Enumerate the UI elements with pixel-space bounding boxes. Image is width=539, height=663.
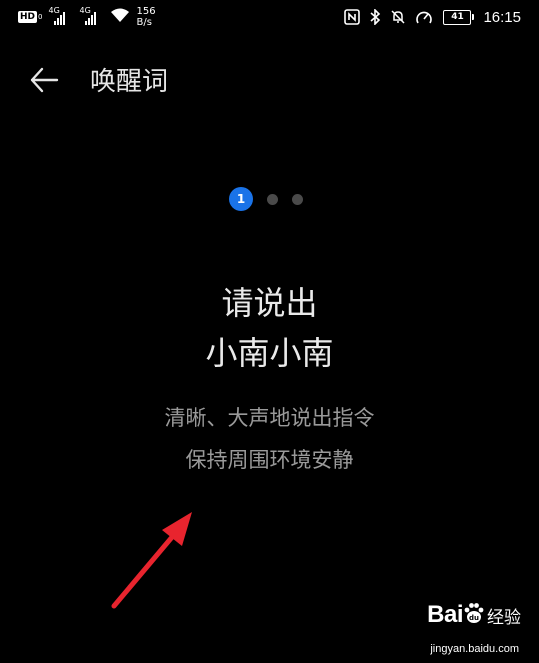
- wifi-icon: [110, 7, 130, 27]
- watermark-url: jingyan.baidu.com: [430, 643, 519, 655]
- watermark-suffix: 经验: [487, 607, 521, 628]
- annotation-arrow-icon: [100, 500, 210, 620]
- signal-icon: 4G: [79, 7, 103, 25]
- prompt-heading: 请说出 小南小南: [0, 278, 539, 378]
- network-speed-unit: B/s: [136, 17, 152, 28]
- bluetooth-icon: [369, 9, 381, 25]
- mute-icon: [390, 9, 406, 25]
- page-title: 唤醒词: [90, 67, 169, 97]
- back-arrow-icon: [29, 67, 59, 97]
- status-time: 16:15: [483, 8, 521, 26]
- page-indicator: 1: [0, 187, 539, 211]
- watermark-brand: Bai: [427, 601, 463, 628]
- network-speed: 156 B/s: [136, 6, 155, 28]
- hint-line: 保持周围环境安静: [185, 448, 354, 472]
- page-indicator-active: 1: [229, 187, 253, 211]
- wake-word: 小南小南: [205, 334, 334, 372]
- back-button[interactable]: [26, 64, 62, 100]
- page-indicator-dot: [292, 193, 303, 205]
- prompt-hints: 清晰、大声地说出指令 保持周围环境安静: [0, 397, 539, 481]
- watermark-logo: Bai du 经验: [427, 601, 521, 629]
- status-bar-right: 41 16:15: [335, 5, 521, 29]
- page-indicator-dot: [267, 193, 278, 205]
- hint-line: 清晰、大声地说出指令: [164, 406, 375, 430]
- status-bar-left: HD 0 4G 4G 156 B/s: [18, 5, 156, 29]
- watermark: Bai du 经验 jingyan.baidu.com: [405, 597, 525, 657]
- paw-icon: du: [463, 601, 485, 629]
- svg-text:du: du: [469, 614, 479, 622]
- nfc-icon: [344, 9, 361, 25]
- power-saving-icon: [415, 9, 433, 25]
- hd-sub-label: 0: [38, 13, 43, 21]
- hd-icon: HD: [18, 11, 38, 23]
- prompt-heading-line: 请说出: [221, 284, 318, 322]
- status-bar: HD 0 4G 4G 156 B/s 41 16:15: [0, 0, 539, 34]
- signal-icon: 4G: [48, 7, 72, 25]
- network-speed-value: 156: [136, 6, 156, 17]
- app-bar: 唤醒词: [0, 52, 539, 112]
- battery-level: 41: [451, 11, 464, 22]
- battery-icon: 41: [443, 9, 475, 25]
